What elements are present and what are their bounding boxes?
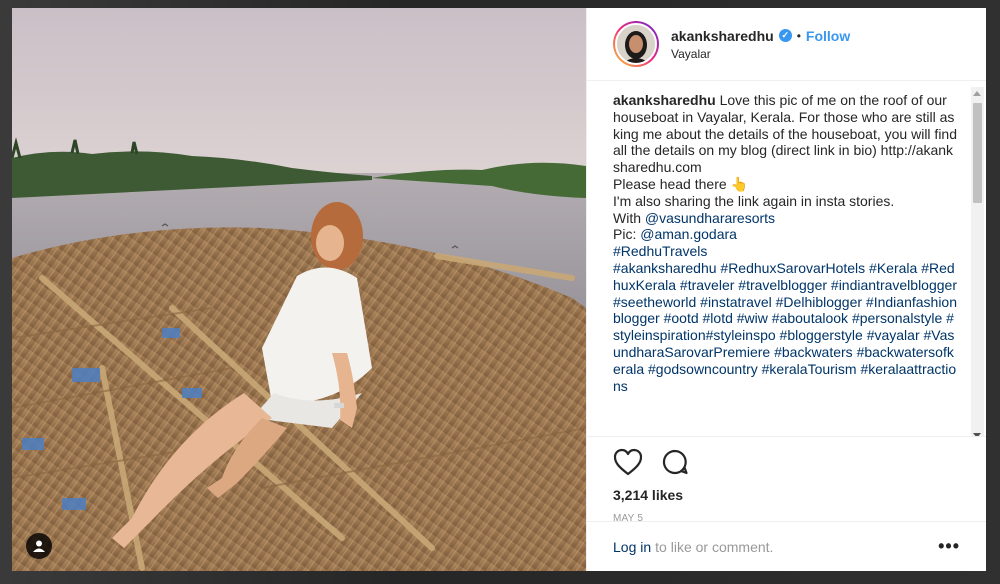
mention-link[interactable]: @vasundhararesorts — [645, 210, 775, 226]
scroll-thumb[interactable] — [973, 103, 982, 203]
comments-scrollbar[interactable] — [971, 87, 984, 436]
verified-check-icon: ✓ — [778, 29, 792, 42]
follow-button[interactable]: Follow — [806, 28, 850, 44]
caption-pic-label: Pic: — [613, 226, 641, 243]
hashtag-link[interactable]: #RedhuTravels — [613, 243, 707, 259]
post-side-panel: akanksharedhu ✓ • Follow Vayalar akanksh… — [586, 8, 986, 571]
login-footer: Log in to like or comment. ••• — [587, 521, 986, 571]
scroll-up-arrow-icon[interactable] — [973, 91, 981, 96]
heart-icon[interactable] — [613, 448, 643, 481]
avatar[interactable] — [613, 21, 659, 67]
username-link[interactable]: akanksharedhu — [671, 28, 774, 44]
separator-dot: • — [796, 28, 801, 43]
tagged-users-button[interactable] — [26, 533, 52, 559]
login-prompt-text: to like or comment. — [655, 538, 774, 555]
more-options-button[interactable]: ••• — [938, 536, 960, 557]
caption-username[interactable]: akanksharedhu — [613, 92, 716, 108]
post-header: akanksharedhu ✓ • Follow Vayalar — [587, 8, 986, 81]
caption-line: Please head there 👆 — [613, 175, 748, 192]
post-photo[interactable] — [12, 8, 586, 571]
post-modal: akanksharedhu ✓ • Follow Vayalar akanksh… — [12, 8, 986, 571]
comments-list[interactable]: akanksharedhu Love this pic of me on the… — [587, 81, 986, 436]
profile-photo — [617, 25, 655, 63]
login-link[interactable]: Log in — [613, 539, 651, 555]
location-link[interactable]: Vayalar — [671, 47, 850, 61]
caption-line: I'm also sharing the link again in insta… — [613, 192, 895, 209]
caption: akanksharedhu Love this pic of me on the… — [613, 92, 958, 394]
houseboat-photo — [12, 8, 586, 571]
caption-with-label: With — [613, 209, 645, 226]
hashtag-list[interactable]: #akanksharedhu #RedhuxSarovarHotels #Ker… — [613, 260, 957, 394]
mention-link[interactable]: @aman.godara — [640, 226, 737, 242]
scroll-down-arrow-icon[interactable] — [973, 433, 981, 436]
comment-icon[interactable] — [661, 448, 689, 481]
user-icon — [33, 540, 45, 552]
likes-count[interactable]: 3,214 likes — [613, 487, 960, 503]
